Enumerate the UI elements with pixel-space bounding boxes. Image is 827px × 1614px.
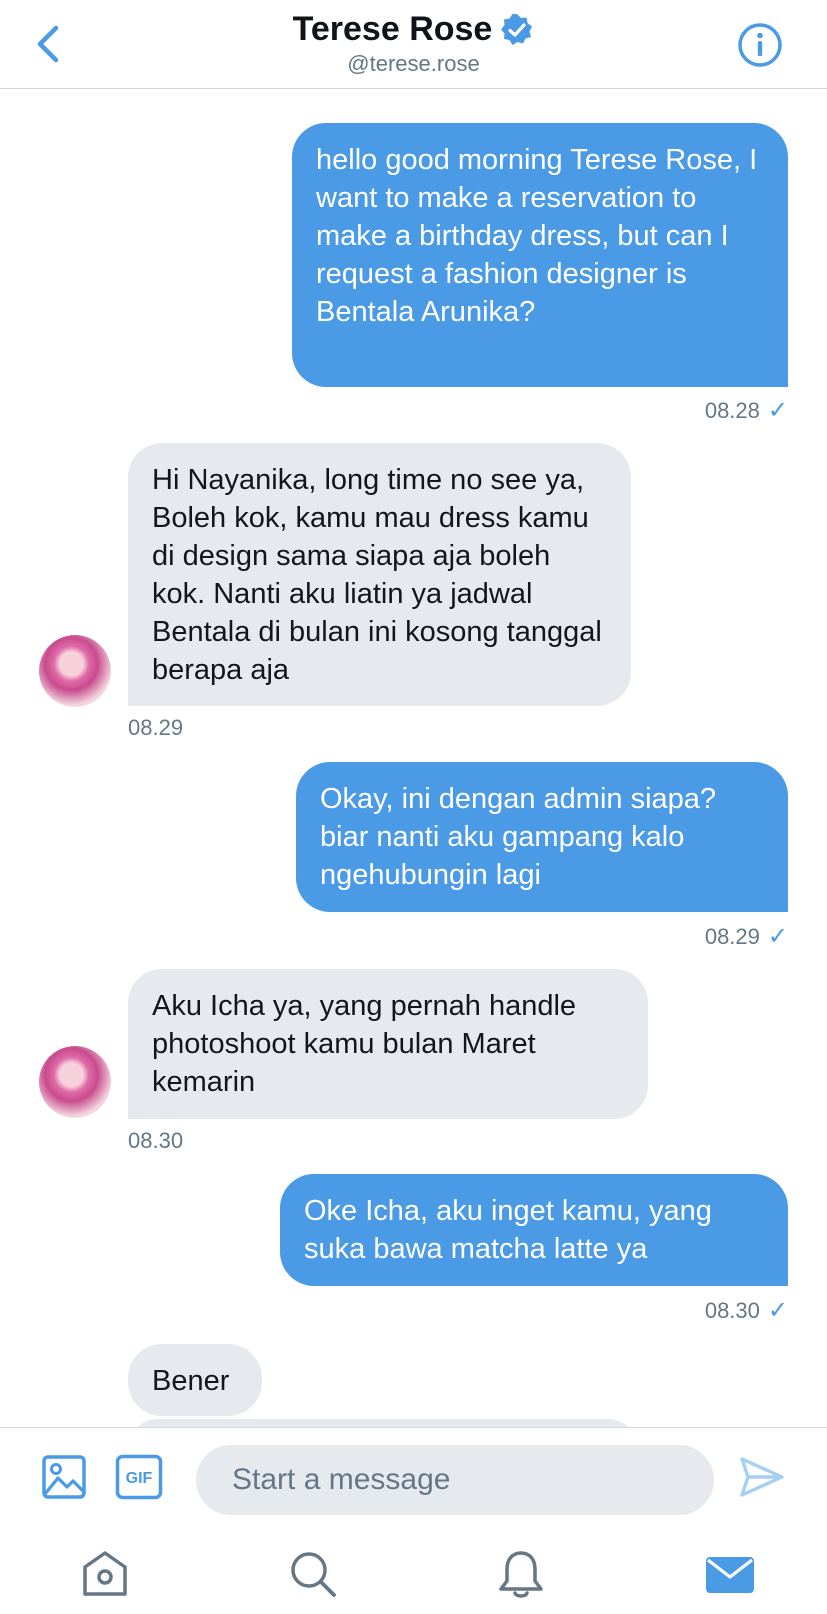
conversation-title[interactable]: Terese Rose @terese.rose (0, 10, 827, 77)
avatar[interactable] (39, 635, 111, 707)
message-timestamp: 08.30 ✓ (704, 1297, 788, 1324)
outgoing-message-bubble[interactable]: Oke Icha, aku inget kamu, yang suka bawa… (280, 1174, 788, 1286)
message-input[interactable] (196, 1445, 714, 1515)
check-icon: ✓ (767, 397, 788, 424)
add-photo-button[interactable] (41, 1454, 87, 1505)
message-timestamp: 08.29 ✓ (704, 923, 788, 950)
conversation-header: Terese Rose @terese.rose (0, 0, 827, 89)
message-text: Okay, ini dengan admin siapa? biar nanti… (320, 783, 717, 891)
bottom-tab-bar (0, 1527, 827, 1614)
avatar[interactable] (39, 1046, 111, 1118)
gif-label: GIF (126, 1470, 153, 1487)
tab-notifications[interactable] (496, 1549, 546, 1599)
verified-badge-icon (501, 13, 533, 45)
tab-search[interactable] (288, 1549, 338, 1599)
tab-messages[interactable] (704, 1549, 756, 1599)
contact-name: Terese Rose (292, 10, 493, 48)
home-icon (83, 1551, 127, 1596)
check-icon: ✓ (767, 1297, 788, 1324)
incoming-message-bubble[interactable]: Aku Icha ya, yang pernah handle photosho… (128, 969, 648, 1119)
check-icon: ✓ (767, 923, 788, 950)
message-text: Hi Nayanika, long time no see ya, Boleh … (152, 464, 602, 686)
message-timestamp: 08.30 (128, 1128, 184, 1153)
search-icon (291, 1552, 336, 1597)
message-text: Oke Icha, aku inget kamu, yang suka bawa… (304, 1195, 712, 1265)
contact-handle: @terese.rose (347, 51, 480, 76)
incoming-message-bubble[interactable] (128, 1419, 638, 1427)
add-gif-button[interactable]: GIF (115, 1454, 163, 1505)
message-text: Aku Icha ya, yang pernah handle photosho… (152, 990, 577, 1098)
bell-icon (499, 1551, 543, 1598)
message-timestamp: 08.29 (128, 715, 184, 740)
message-list[interactable]: hello good morning Terese Rose, I want t… (0, 89, 827, 1427)
image-icon (42, 1455, 86, 1499)
info-icon (738, 23, 782, 67)
outgoing-message-bubble[interactable]: hello good morning Terese Rose, I want t… (292, 123, 788, 387)
info-button[interactable] (737, 22, 783, 68)
message-timestamp: 08.28 ✓ (704, 397, 788, 424)
send-icon (740, 1457, 784, 1497)
incoming-message-bubble[interactable]: Hi Nayanika, long time no see ya, Boleh … (128, 443, 631, 706)
send-button[interactable] (738, 1454, 786, 1505)
message-text: hello good morning Terese Rose, I want t… (316, 144, 758, 328)
tab-home[interactable] (80, 1549, 130, 1599)
outgoing-message-bubble[interactable]: Okay, ini dengan admin siapa? biar nanti… (296, 762, 788, 912)
message-text: Bener (152, 1365, 230, 1397)
message-composer: GIF (0, 1427, 827, 1528)
gif-icon: GIF (115, 1454, 163, 1500)
mail-icon (706, 1557, 754, 1593)
incoming-message-bubble[interactable]: Bener (128, 1344, 262, 1416)
